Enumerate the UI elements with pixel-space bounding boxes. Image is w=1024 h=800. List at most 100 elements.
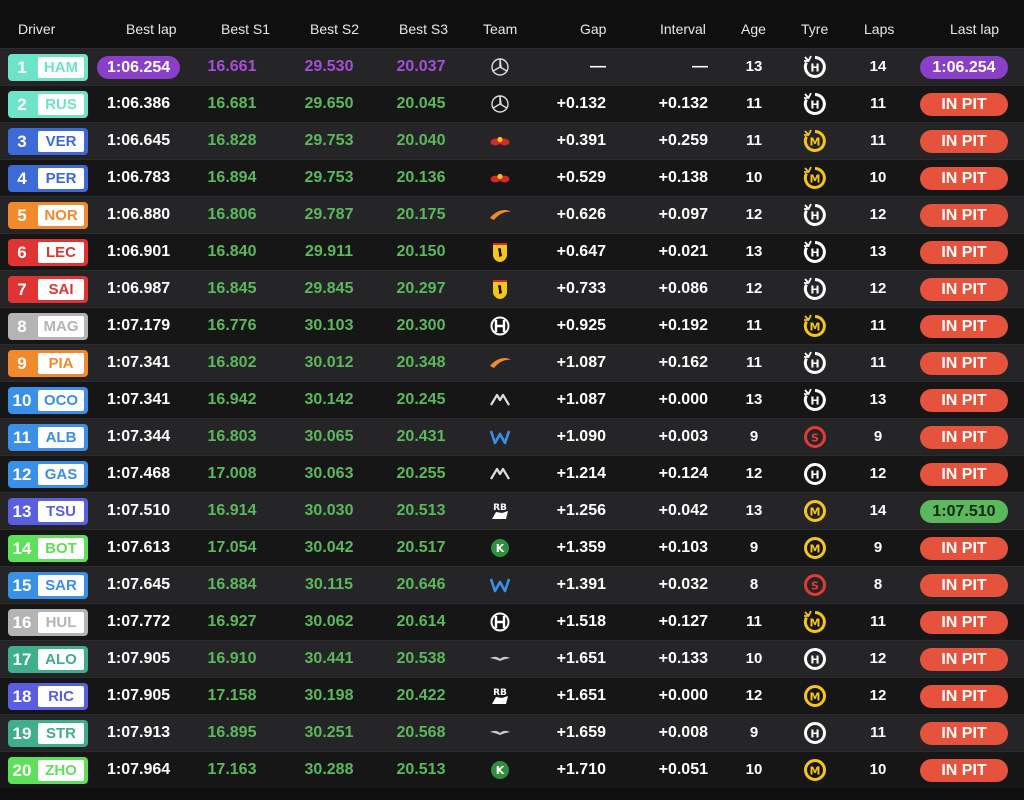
last-lap: IN PIT	[920, 426, 1008, 449]
interval: +0.051	[658, 761, 708, 778]
table-row[interactable]: 12 GAS 1:07.468 17.008 30.063 20.255 +1.214 +0.…	[0, 455, 1024, 492]
table-row[interactable]: 5 NOR 1:06.880 16.806 29.787 20.175 +0.626 +0.0…	[0, 196, 1024, 233]
laps: 11	[870, 613, 886, 630]
header-laps[interactable]: Laps	[864, 21, 894, 37]
table-row[interactable]: 16 HUL 1:07.772 16.927 30.062 20.614 +1.518 +0.…	[0, 603, 1024, 640]
best-lap: 1:07.510	[107, 502, 171, 519]
position: 7	[17, 280, 27, 299]
svg-text:S: S	[811, 432, 819, 445]
best-s3: 20.300	[396, 317, 446, 334]
driver-badge[interactable]: 2 RUS	[8, 91, 88, 118]
interval: +0.097	[658, 206, 708, 223]
driver-badge[interactable]: 4 PER	[8, 165, 88, 192]
driver-badge[interactable]: 5 NOR	[8, 202, 88, 229]
tyre-age: 11	[746, 613, 762, 630]
tyre-icon: M	[804, 759, 826, 781]
best-s1: 16.895	[207, 724, 257, 741]
kick-sauber-logo-icon: K	[491, 539, 509, 557]
table-row[interactable]: 18 RIC 1:07.905 17.158 30.198 20.422 RB +1.651 +…	[0, 677, 1024, 714]
driver-badge[interactable]: 11 ALB	[8, 424, 88, 451]
svg-text:H: H	[810, 99, 819, 112]
best-s1: 17.054	[207, 539, 257, 556]
position: 12	[12, 465, 32, 484]
best-lap: 1:07.344	[107, 428, 171, 445]
last-lap: IN PIT	[920, 241, 1008, 264]
svg-text:H: H	[810, 358, 819, 371]
gap: +1.651	[556, 687, 606, 704]
table-row[interactable]: 6 LEC 1:06.901 16.840 29.911 20.150 +0.647 +0.0…	[0, 233, 1024, 270]
table-row[interactable]: 10 OCO 1:07.341 16.942 30.142 20.245 +1.087 +0.…	[0, 381, 1024, 418]
driver-badge[interactable]: 20 ZHO	[8, 757, 88, 784]
aston-martin-logo-icon	[490, 656, 510, 661]
gap: —	[590, 58, 606, 75]
tyre-icon: H	[804, 463, 826, 485]
best-lap: 1:07.341	[107, 391, 171, 408]
driver-code: ALO	[38, 649, 84, 670]
red-bull-logo-icon	[490, 173, 510, 183]
best-s3: 20.136	[396, 169, 446, 186]
table-row[interactable]: 14 BOT 1:07.613 17.054 30.042 20.517 K +1.359 +0…	[0, 529, 1024, 566]
header-last-lap[interactable]: Last lap	[950, 21, 999, 37]
svg-text:H: H	[810, 62, 819, 75]
table-row[interactable]: 2 RUS 1:06.386 16.681 29.650 20.045 +0.132 +0.1…	[0, 85, 1024, 122]
driver-badge[interactable]: 15 SAR	[8, 572, 88, 599]
driver-badge[interactable]: 19 STR	[8, 720, 88, 747]
header-age[interactable]: Age	[741, 21, 766, 37]
driver-badge[interactable]: 13 TSU	[8, 498, 88, 525]
driver-badge[interactable]: 18 RIC	[8, 683, 88, 710]
table-row[interactable]: 8 MAG 1:07.179 16.776 30.103 20.300 +0.925 +0.1…	[0, 307, 1024, 344]
driver-badge[interactable]: 16 HUL	[8, 609, 88, 636]
table-row[interactable]: 15 SAR 1:07.645 16.884 30.115 20.646 +1.391 +0.…	[0, 566, 1024, 603]
driver-badge[interactable]: 8 MAG	[8, 313, 88, 340]
last-lap: IN PIT	[920, 130, 1008, 153]
best-s2: 29.753	[304, 169, 354, 186]
position: 9	[17, 354, 27, 373]
best-lap: 1:07.905	[107, 650, 171, 667]
driver-badge[interactable]: 6 LEC	[8, 239, 88, 266]
driver-badge[interactable]: 10 OCO	[8, 387, 88, 414]
header-team[interactable]: Team	[483, 21, 517, 37]
driver-badge[interactable]: 14 BOT	[8, 535, 88, 562]
interval: +0.162	[658, 354, 708, 371]
best-s3: 20.431	[396, 428, 446, 445]
mercedes-logo-icon	[491, 95, 509, 113]
driver-code: SAR	[38, 575, 84, 596]
table-row[interactable]: 13 TSU 1:07.510 16.914 30.030 20.513 RB +1.256 +…	[0, 492, 1024, 529]
header-best-s1[interactable]: Best S1	[221, 21, 270, 37]
table-row[interactable]: 9 PIA 1:07.341 16.802 30.012 20.348 +1.087 +0.1…	[0, 344, 1024, 381]
driver-code: ZHO	[38, 760, 84, 781]
table-row[interactable]: 19 STR 1:07.913 16.895 30.251 20.568 +1.659 +0.…	[0, 714, 1024, 751]
header-best-s3[interactable]: Best S3	[399, 21, 448, 37]
table-row[interactable]: 11 ALB 1:07.344 16.803 30.065 20.431 +1.090 +0.…	[0, 418, 1024, 455]
best-s3: 20.513	[396, 761, 446, 778]
table-row[interactable]: 1 HAM 1:06.254 16.661 29.530 20.037 — — 13 H 14 1:0…	[0, 48, 1024, 85]
best-s1: 17.163	[207, 761, 257, 778]
header-tyre[interactable]: Tyre	[801, 21, 828, 37]
header-gap[interactable]: Gap	[580, 21, 606, 37]
best-s1: 16.910	[207, 650, 257, 667]
driver-badge[interactable]: 1 HAM	[8, 54, 88, 81]
driver-badge[interactable]: 9 PIA	[8, 350, 88, 377]
best-s1: 16.884	[207, 576, 257, 593]
best-s1: 16.828	[207, 132, 257, 149]
gap: +1.090	[556, 428, 606, 445]
interval: +0.138	[658, 169, 708, 186]
table-row[interactable]: 17 ALO 1:07.905 16.910 30.441 20.538 +1.651 +0.…	[0, 640, 1024, 677]
header-interval[interactable]: Interval	[660, 21, 706, 37]
header-best-s2[interactable]: Best S2	[310, 21, 359, 37]
header-driver[interactable]: Driver	[18, 21, 55, 37]
laps: 8	[873, 576, 883, 593]
table-row[interactable]: 3 VER 1:06.645 16.828 29.753 20.040 +0.391 +0.2…	[0, 122, 1024, 159]
header-best-lap[interactable]: Best lap	[126, 21, 177, 37]
table-row[interactable]: 20 ZHO 1:07.964 17.163 30.288 20.513 K +1.710 +0…	[0, 751, 1024, 788]
table-row[interactable]: 7 SAI 1:06.987 16.845 29.845 20.297 +0.733 +0.0…	[0, 270, 1024, 307]
driver-badge[interactable]: 12 GAS	[8, 461, 88, 488]
driver-badge[interactable]: 3 VER	[8, 128, 88, 155]
gap: +1.256	[556, 502, 606, 519]
tyre-age: 10	[745, 650, 763, 667]
table-row[interactable]: 4 PER 1:06.783 16.894 29.753 20.136 +0.529 +0.1…	[0, 159, 1024, 196]
position: 19	[12, 724, 32, 743]
driver-badge[interactable]: 7 SAI	[8, 276, 88, 303]
driver-badge[interactable]: 17 ALO	[8, 646, 88, 673]
mclaren-logo-icon	[490, 210, 511, 220]
